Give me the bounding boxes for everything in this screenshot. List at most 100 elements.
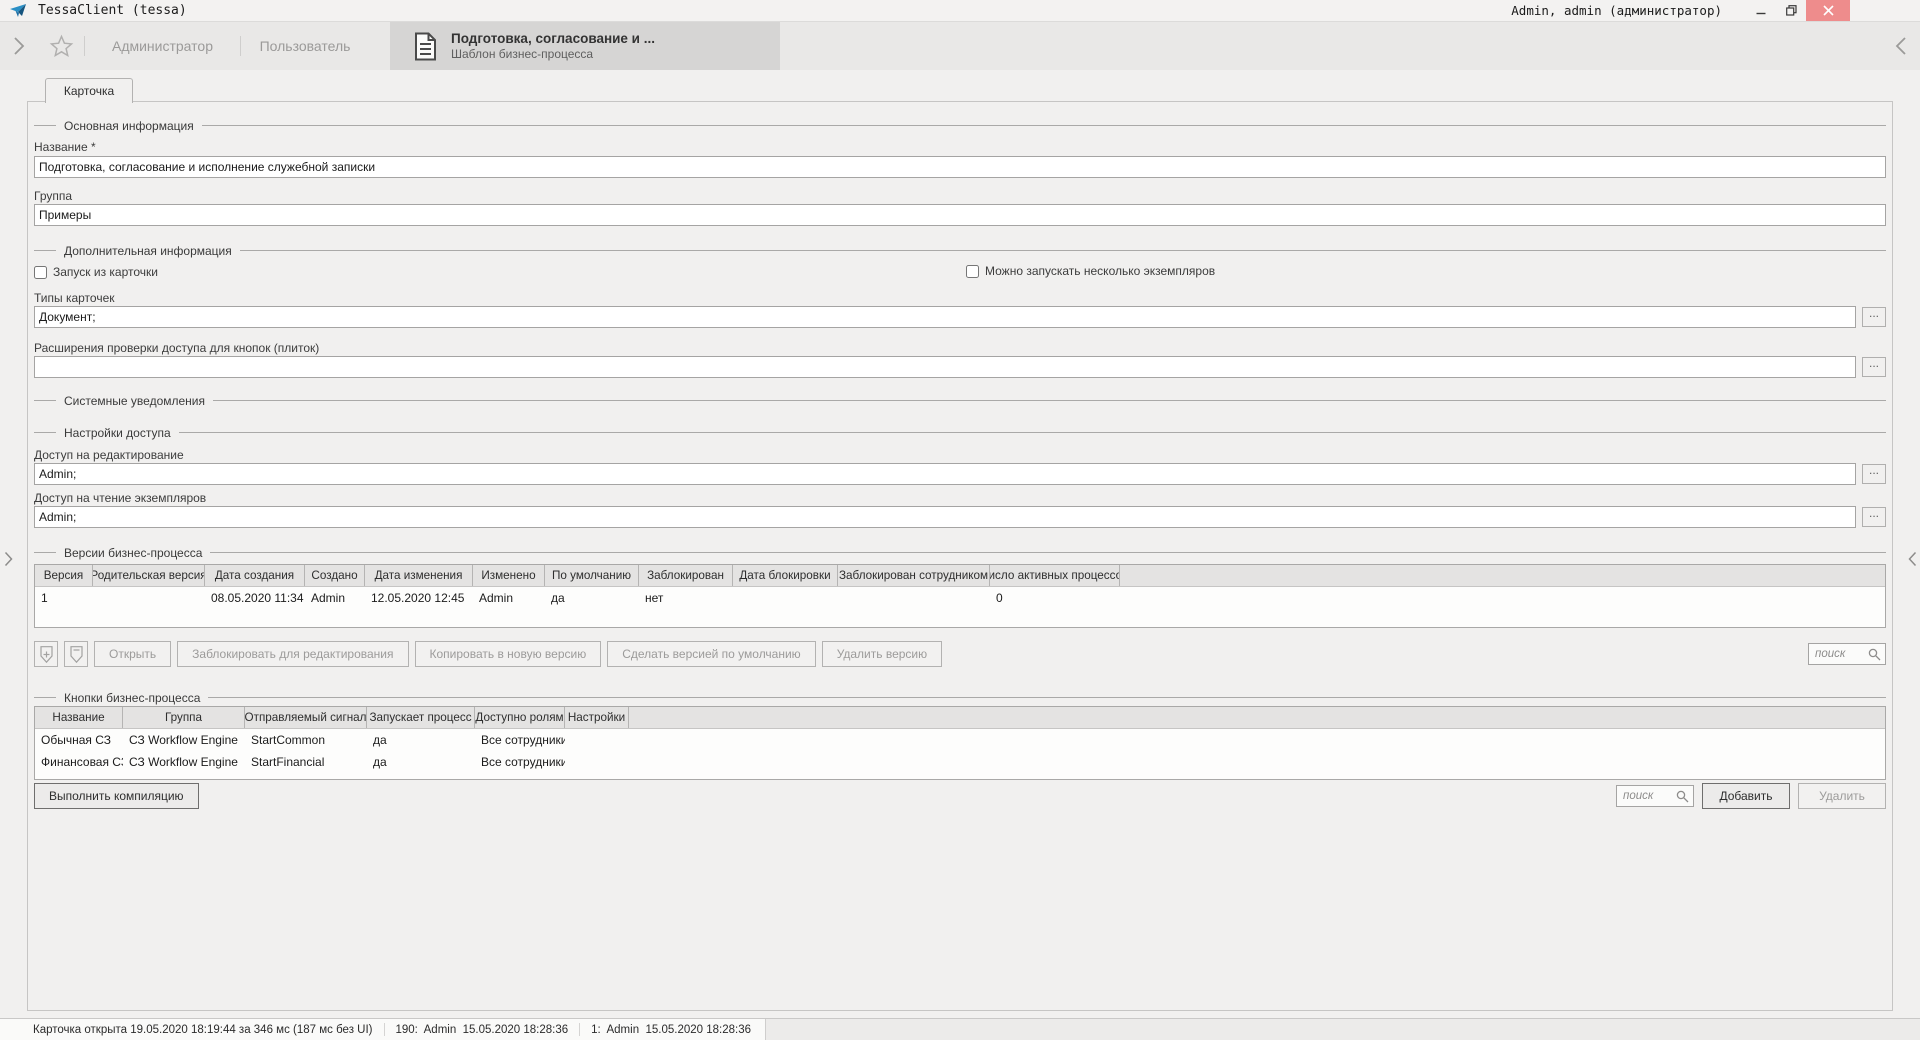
star-icon	[49, 34, 74, 58]
cell-version: 1	[35, 591, 93, 605]
cell-group: СЗ Workflow Engine	[123, 733, 245, 747]
cell-name: Обычная СЗ	[35, 733, 123, 747]
column-header[interactable]: Дата создания	[205, 565, 305, 586]
column-header[interactable]: Группа	[123, 707, 245, 728]
card-types-picker-button[interactable]: ...	[1862, 307, 1886, 327]
column-header[interactable]: Дата блокировки	[733, 565, 838, 586]
read-access-picker-button[interactable]: ...	[1862, 507, 1886, 527]
versions-search-input[interactable]	[1813, 647, 1865, 661]
column-header[interactable]: Доступно ролям	[475, 707, 565, 728]
tab-card[interactable]: Карточка	[45, 78, 133, 103]
process-button-row[interactable]: Обычная СЗ СЗ Workflow Engine StartCommo…	[35, 729, 1885, 751]
extensions-input[interactable]	[34, 356, 1856, 378]
checkbox-row: Запуск из карточки Можно запускать неско…	[34, 264, 1886, 280]
buttons-search-input[interactable]	[1621, 789, 1673, 803]
close-button[interactable]	[1806, 0, 1850, 21]
versions-toolbar: Открыть Заблокировать для редактирования…	[34, 641, 1886, 667]
tab-scroll-back-button[interactable]	[1882, 22, 1920, 70]
cell-created-date: 08.05.2020 11:34	[205, 591, 305, 605]
cell-signal: StartFinancial	[245, 755, 367, 769]
extensions-picker-button[interactable]: ...	[1862, 357, 1886, 377]
minimize-icon	[1756, 6, 1766, 16]
delete-button[interactable]: Удалить	[1798, 783, 1886, 809]
extensions-label: Расширения проверки доступа для кнопок (…	[34, 341, 1886, 356]
tab-administrator[interactable]: Администратор	[85, 22, 240, 70]
versions-table-header: Версия Родительская версия Дата создания…	[35, 565, 1885, 587]
column-header[interactable]: Отправляемый сигнал	[245, 707, 367, 728]
cell-group: СЗ Workflow Engine	[123, 755, 245, 769]
column-header[interactable]: Родительская версия	[93, 565, 205, 586]
favorites-button[interactable]	[38, 22, 84, 70]
column-header[interactable]: Заблокирован	[639, 565, 733, 586]
minimize-button[interactable]	[1746, 0, 1776, 21]
delete-version-button[interactable]: Удалить версию	[822, 641, 942, 667]
column-header[interactable]: Дата изменения	[365, 565, 473, 586]
edit-access-input[interactable]	[34, 463, 1856, 485]
tab-user[interactable]: Пользователь	[241, 22, 369, 70]
restore-icon	[1786, 5, 1797, 16]
group-process-buttons: Кнопки бизнес-процесса	[34, 691, 1886, 704]
column-header[interactable]: Изменено	[473, 565, 545, 586]
tab-administrator-label: Администратор	[112, 38, 213, 54]
column-header[interactable]: Заблокирован сотрудником	[838, 565, 990, 586]
compile-button[interactable]: Выполнить компиляцию	[34, 783, 199, 809]
group-access-settings-label: Настройки доступа	[56, 426, 179, 440]
group-main-info-label: Основная информация	[56, 119, 202, 133]
cell-available-roles: Все сотрудники	[475, 755, 565, 769]
cell-available-roles: Все сотрудники	[475, 733, 565, 747]
shield-plus-icon	[40, 646, 53, 663]
edit-access-label: Доступ на редактирование	[34, 448, 1886, 463]
status-segments: Карточка открыта 19.05.2020 18:19:44 за …	[0, 1019, 766, 1040]
search-icon	[1676, 790, 1689, 803]
column-header[interactable]: Запускает процесс	[367, 707, 475, 728]
column-header[interactable]: Версия	[35, 565, 93, 586]
right-panel-toggle[interactable]	[1905, 546, 1919, 572]
read-access-input[interactable]	[34, 506, 1856, 528]
make-default-version-button[interactable]: Сделать версией по умолчанию	[607, 641, 815, 667]
left-panel-toggle[interactable]	[1, 546, 15, 572]
run-from-card-checkbox-input[interactable]	[34, 266, 47, 279]
version-row[interactable]: 1 08.05.2020 11:34 Admin 12.05.2020 12:4…	[35, 587, 1885, 609]
restore-button[interactable]	[1776, 0, 1806, 21]
multiple-instances-checkbox[interactable]: Можно запускать несколько экземпляров	[966, 264, 1215, 278]
buttons-search	[1616, 785, 1694, 807]
card-types-label: Типы карточек	[34, 291, 1886, 306]
group-system-notifications-label: Системные уведомления	[56, 394, 213, 408]
cell-active-processes: 0	[990, 591, 1120, 605]
cell-is-default: да	[545, 591, 639, 605]
column-header[interactable]: Название	[35, 707, 123, 728]
copy-version-button[interactable]: Копировать в новую версию	[415, 641, 602, 667]
status-created-info: 1: Admin 15.05.2020 18:28:36	[591, 1024, 751, 1036]
cell-starts-process: да	[367, 733, 475, 747]
shield-plus-button[interactable]	[34, 641, 58, 667]
group-system-notifications: Системные уведомления	[34, 394, 1886, 407]
group-input[interactable]	[34, 204, 1886, 226]
card-panel: Основная информация Название * Группа До…	[27, 101, 1893, 1011]
column-header[interactable]: Настройки	[565, 707, 629, 728]
cell-modified-date: 12.05.2020 12:45	[365, 591, 473, 605]
tab-bar: Администратор Пользователь Подготовка, с…	[0, 22, 1920, 70]
process-button-row[interactable]: Финансовая СЗ СЗ Workflow Engine StartFi…	[35, 751, 1885, 773]
tab-business-process-template[interactable]: Подготовка, согласование и ... Шаблон би…	[390, 22, 780, 70]
run-from-card-checkbox[interactable]: Запуск из карточки	[34, 265, 158, 279]
multiple-instances-checkbox-input[interactable]	[966, 265, 979, 278]
open-version-button[interactable]: Открыть	[94, 641, 171, 667]
cell-starts-process: да	[367, 755, 475, 769]
shield-minus-button[interactable]	[64, 641, 88, 667]
add-button[interactable]: Добавить	[1702, 783, 1790, 809]
status-modified-info: 190: Admin 15.05.2020 18:28:36	[396, 1024, 569, 1036]
name-input[interactable]	[34, 156, 1886, 178]
cell-created-by: Admin	[305, 591, 365, 605]
lock-version-button[interactable]: Заблокировать для редактирования	[177, 641, 408, 667]
edit-access-picker-button[interactable]: ...	[1862, 464, 1886, 484]
column-header[interactable]: Число активных процессов	[990, 565, 1120, 586]
card-types-input[interactable]	[34, 306, 1856, 328]
tessa-client-window: TessaClient (tessa) Admin, admin (админи…	[0, 0, 1920, 1040]
document-icon	[414, 32, 437, 61]
nav-forward-button[interactable]	[0, 22, 38, 70]
column-header[interactable]: По умолчанию	[545, 565, 639, 586]
titlebar-user-info: Admin, admin (администратор)	[1511, 3, 1722, 18]
column-header[interactable]: Создано	[305, 565, 365, 586]
window-title: TessaClient (tessa)	[38, 3, 187, 18]
title-bar: TessaClient (tessa) Admin, admin (админи…	[0, 0, 1920, 22]
